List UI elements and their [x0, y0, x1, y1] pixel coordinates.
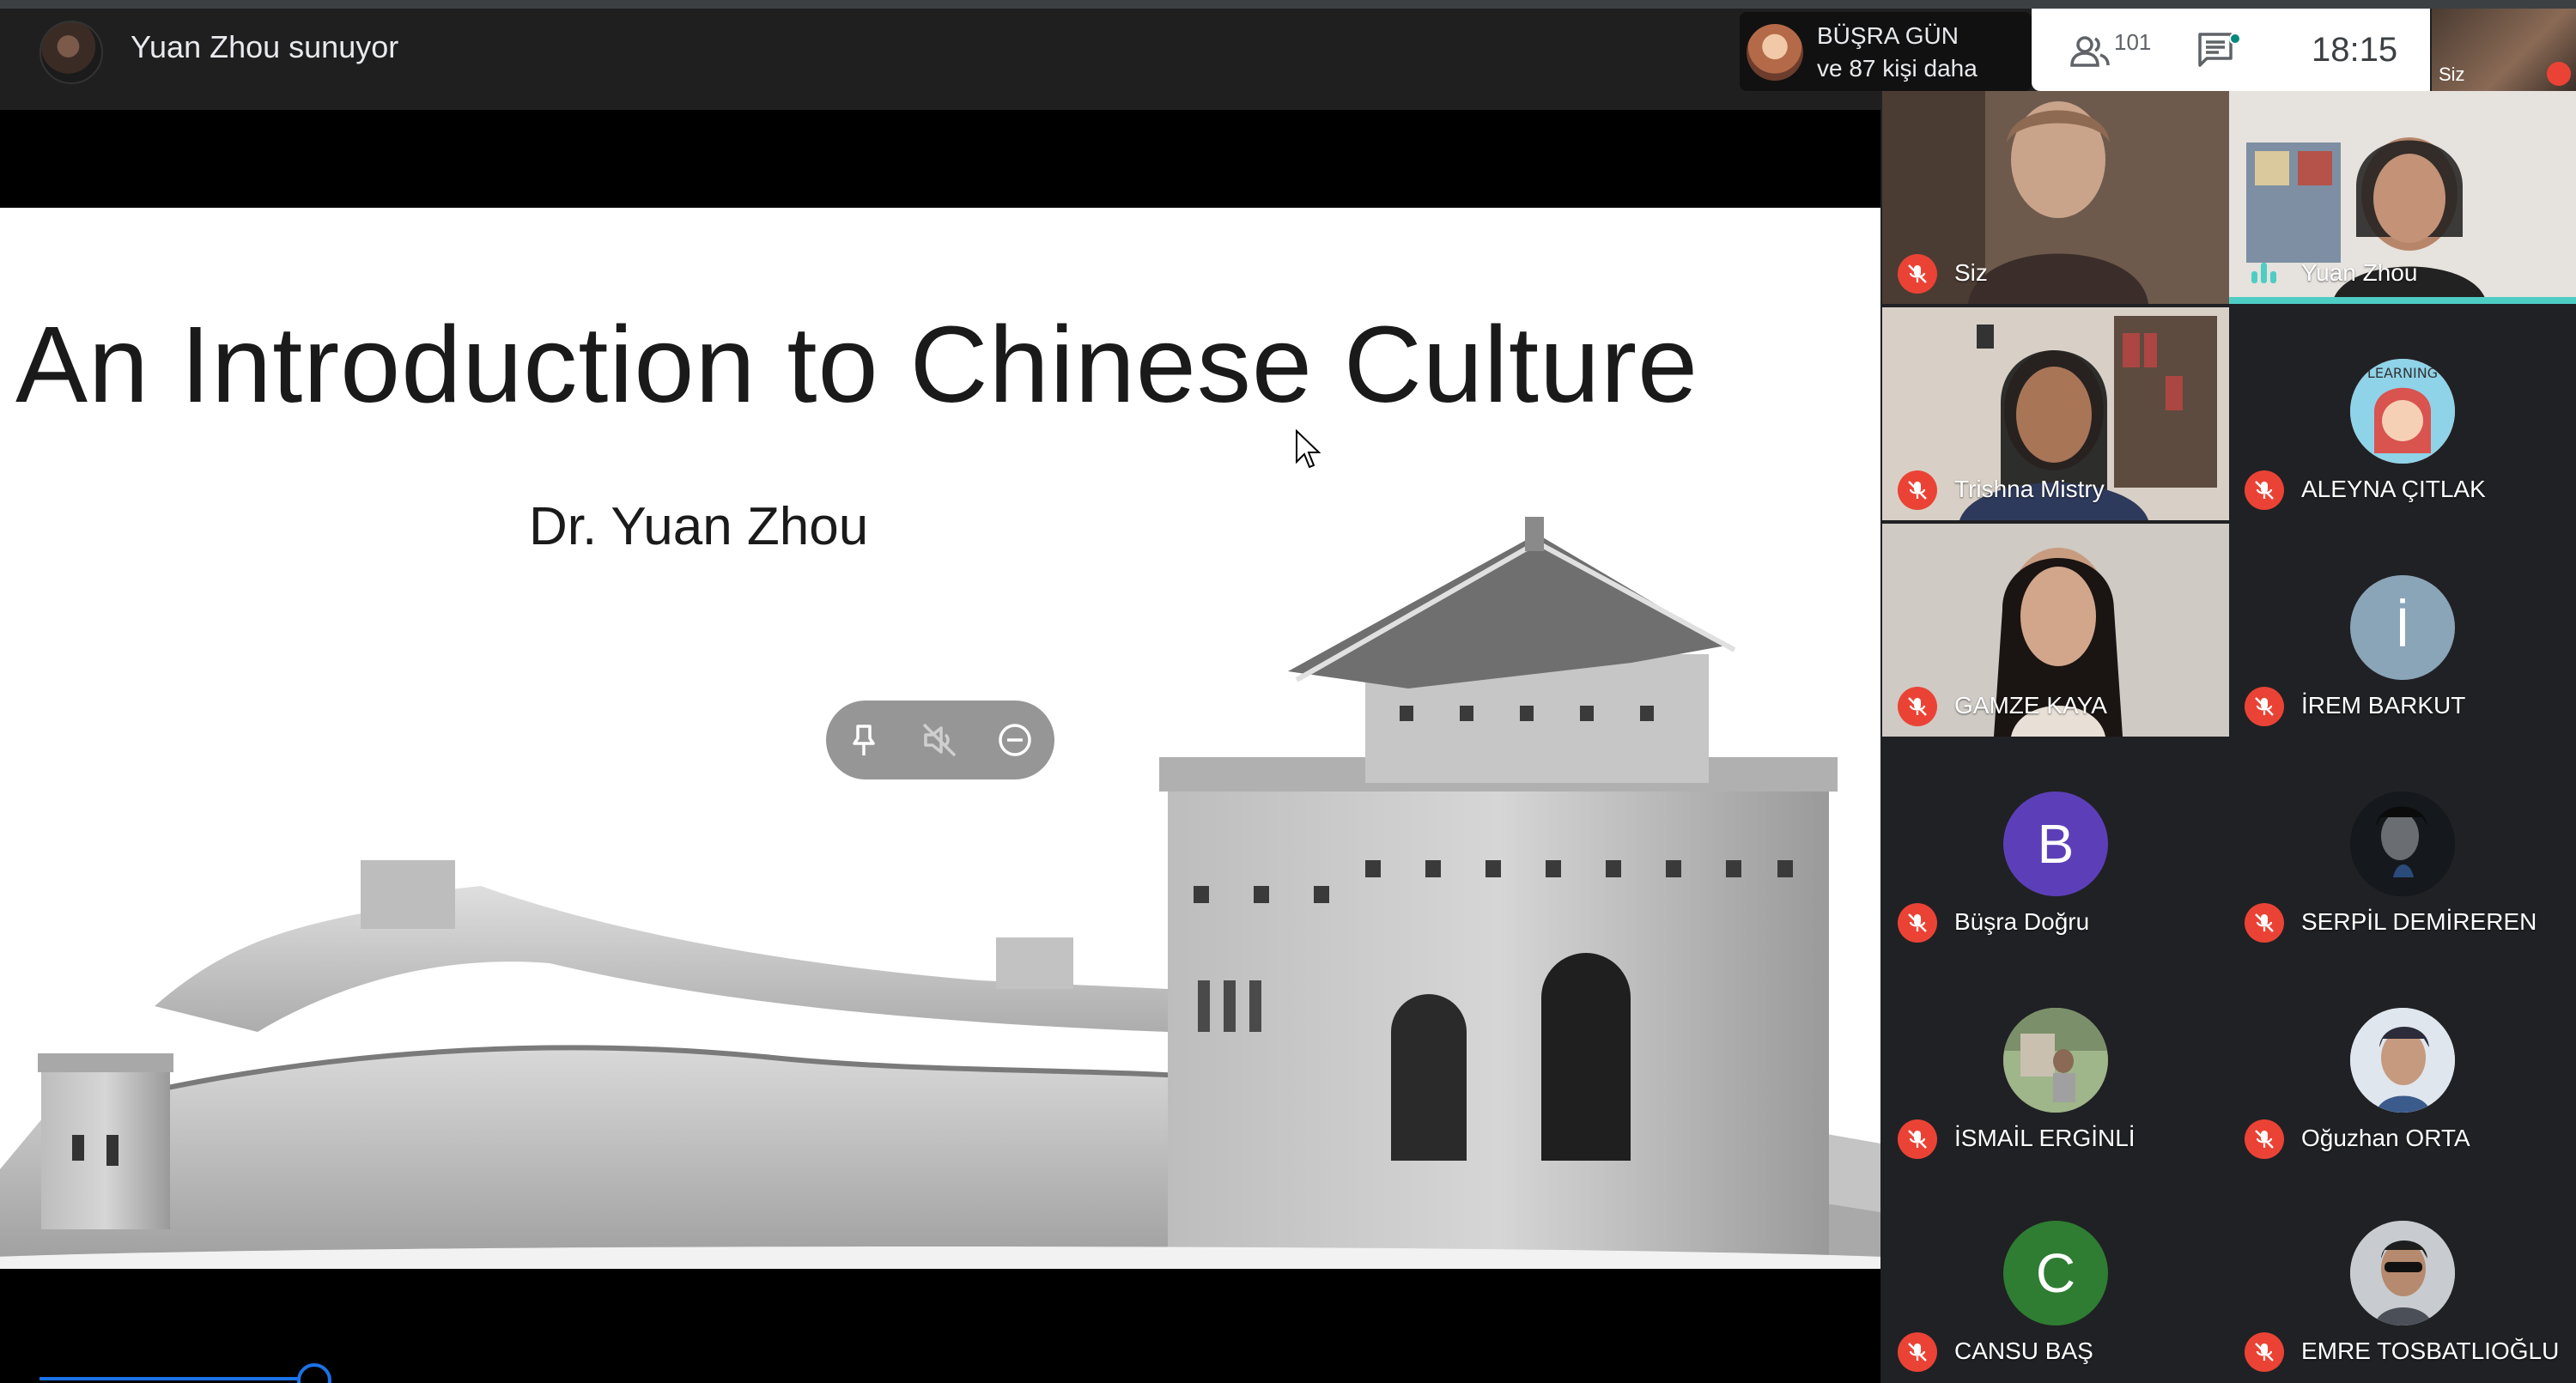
- mic-off-icon: [2245, 903, 2284, 943]
- participant-tile[interactable]: SERPİL DEMİREREN: [2229, 740, 2576, 953]
- presentation-area: An Introduction to Chinese Culture Dr. Y…: [0, 110, 1880, 1368]
- presentation-overlay-controls: [826, 701, 1054, 779]
- people-button[interactable]: 101: [2069, 29, 2164, 77]
- meeting-toolbar: 101 18:15: [2032, 9, 2430, 91]
- mic-off-icon: [1898, 1119, 1937, 1159]
- mic-off-icon: [2245, 1332, 2284, 1372]
- participant-name: Trishna Mistry: [1954, 476, 2105, 502]
- seek-track[interactable]: [0, 1368, 1880, 1383]
- mic-off-icon: [1898, 687, 1937, 726]
- slide-author: Dr. Yuan Zhou: [529, 497, 869, 556]
- participant-name: İSMAİL ERGİNLİ: [1954, 1125, 2136, 1151]
- participant-name: Yuan Zhou: [2301, 259, 2418, 286]
- svg-text:LEARNING: LEARNING: [2367, 365, 2438, 381]
- participant-tile[interactable]: GAMZE KAYA: [1882, 524, 2229, 737]
- participant-avatar: [2350, 1008, 2455, 1113]
- participant-avatar-letter: C: [2003, 1221, 2108, 1325]
- participant-tile[interactable]: Trishna Mistry: [1882, 307, 2229, 520]
- participant-tile[interactable]: Oğuzhan ORTA: [2229, 956, 2576, 1169]
- participant-avatar-letter: B: [2003, 792, 2108, 896]
- participant-name: SERPİL DEMİREREN: [2301, 908, 2537, 935]
- mic-off-icon: [2245, 1119, 2284, 1159]
- active-speaker-subtitle: ve 87 kişi daha: [1817, 55, 1978, 82]
- speaking-indicator-icon: [2245, 254, 2284, 294]
- mic-off-icon: [1898, 1332, 1937, 1372]
- participant-name: Oğuzhan ORTA: [2301, 1125, 2470, 1151]
- active-speaker-name: BÜŞRA GÜN: [1817, 22, 1959, 49]
- mic-off-icon: [1898, 254, 1937, 294]
- self-preview[interactable]: Siz: [2432, 9, 2576, 91]
- participant-tile[interactable]: İSMAİL ERGİNLİ: [1882, 956, 2229, 1169]
- participant-name: ALEYNA ÇITLAK: [2301, 476, 2486, 502]
- mic-off-icon: [2245, 470, 2284, 510]
- mic-off-icon: [1898, 470, 1937, 510]
- people-count: 101: [2114, 29, 2152, 55]
- participant-avatar: [2350, 1221, 2455, 1325]
- participant-tile[interactable]: LEARNING ALEYNA ÇITLAK: [2229, 307, 2576, 520]
- mouse-cursor: [1296, 429, 1321, 469]
- participant-name: İREM BARKUT: [2301, 692, 2466, 719]
- speaking-highlight: [2229, 297, 2576, 304]
- active-speaker-avatar: [1747, 24, 1803, 81]
- participant-name: EMRE TOSBATLIOĞLU: [2301, 1338, 2560, 1364]
- presenter-label: Yuan Zhou sunuyor: [131, 29, 399, 64]
- participant-avatar: [2003, 1008, 2108, 1113]
- top-edge: [0, 0, 2576, 9]
- self-preview-label: Siz: [2439, 64, 2465, 85]
- seek-progress: [39, 1377, 314, 1380]
- participant-grid: Siz Yuan Zhou Trishna Mistry LEARNING AL…: [1880, 91, 2576, 1383]
- remove-icon[interactable]: [994, 719, 1036, 761]
- clock: 18:15: [2312, 31, 2398, 69]
- mute-icon[interactable]: [919, 719, 960, 761]
- presenter-avatar: [39, 21, 103, 84]
- participant-name: Siz: [1954, 259, 1988, 286]
- participant-avatar: [2350, 792, 2455, 896]
- participant-avatar-letter: İ: [2350, 575, 2455, 680]
- participant-tile[interactable]: EMRE TOSBATLIOĞLU: [2229, 1169, 2576, 1382]
- participant-tile[interactable]: İ İREM BARKUT: [2229, 524, 2576, 737]
- meeting-window: Yuan Zhou sunuyor BÜŞRA GÜN ve 87 kişi d…: [0, 0, 2576, 1383]
- active-speaker-chip[interactable]: BÜŞRA GÜN ve 87 kişi daha: [1740, 12, 2032, 91]
- participant-tile[interactable]: C CANSU BAŞ: [1882, 1169, 2229, 1382]
- participant-tile[interactable]: Yuan Zhou: [2229, 91, 2576, 304]
- chat-unread-dot: [2229, 33, 2241, 45]
- mic-off-icon: [1898, 903, 1937, 943]
- chat-button[interactable]: [2195, 29, 2246, 77]
- participant-name: GAMZE KAYA: [1954, 692, 2107, 719]
- participant-name: Büşra Doğru: [1954, 908, 2090, 935]
- participant-tile[interactable]: Siz: [1882, 91, 2229, 304]
- mic-off-icon: [2547, 62, 2571, 86]
- mic-off-icon: [2245, 687, 2284, 726]
- participant-avatar: LEARNING: [2350, 359, 2455, 464]
- pin-icon[interactable]: [843, 719, 884, 761]
- slide-title: An Introduction to Chinese Culture: [15, 304, 1699, 425]
- participant-tile[interactable]: B Büşra Doğru: [1882, 740, 2229, 953]
- people-icon: [2070, 36, 2110, 67]
- participant-name: CANSU BAŞ: [1954, 1338, 2093, 1364]
